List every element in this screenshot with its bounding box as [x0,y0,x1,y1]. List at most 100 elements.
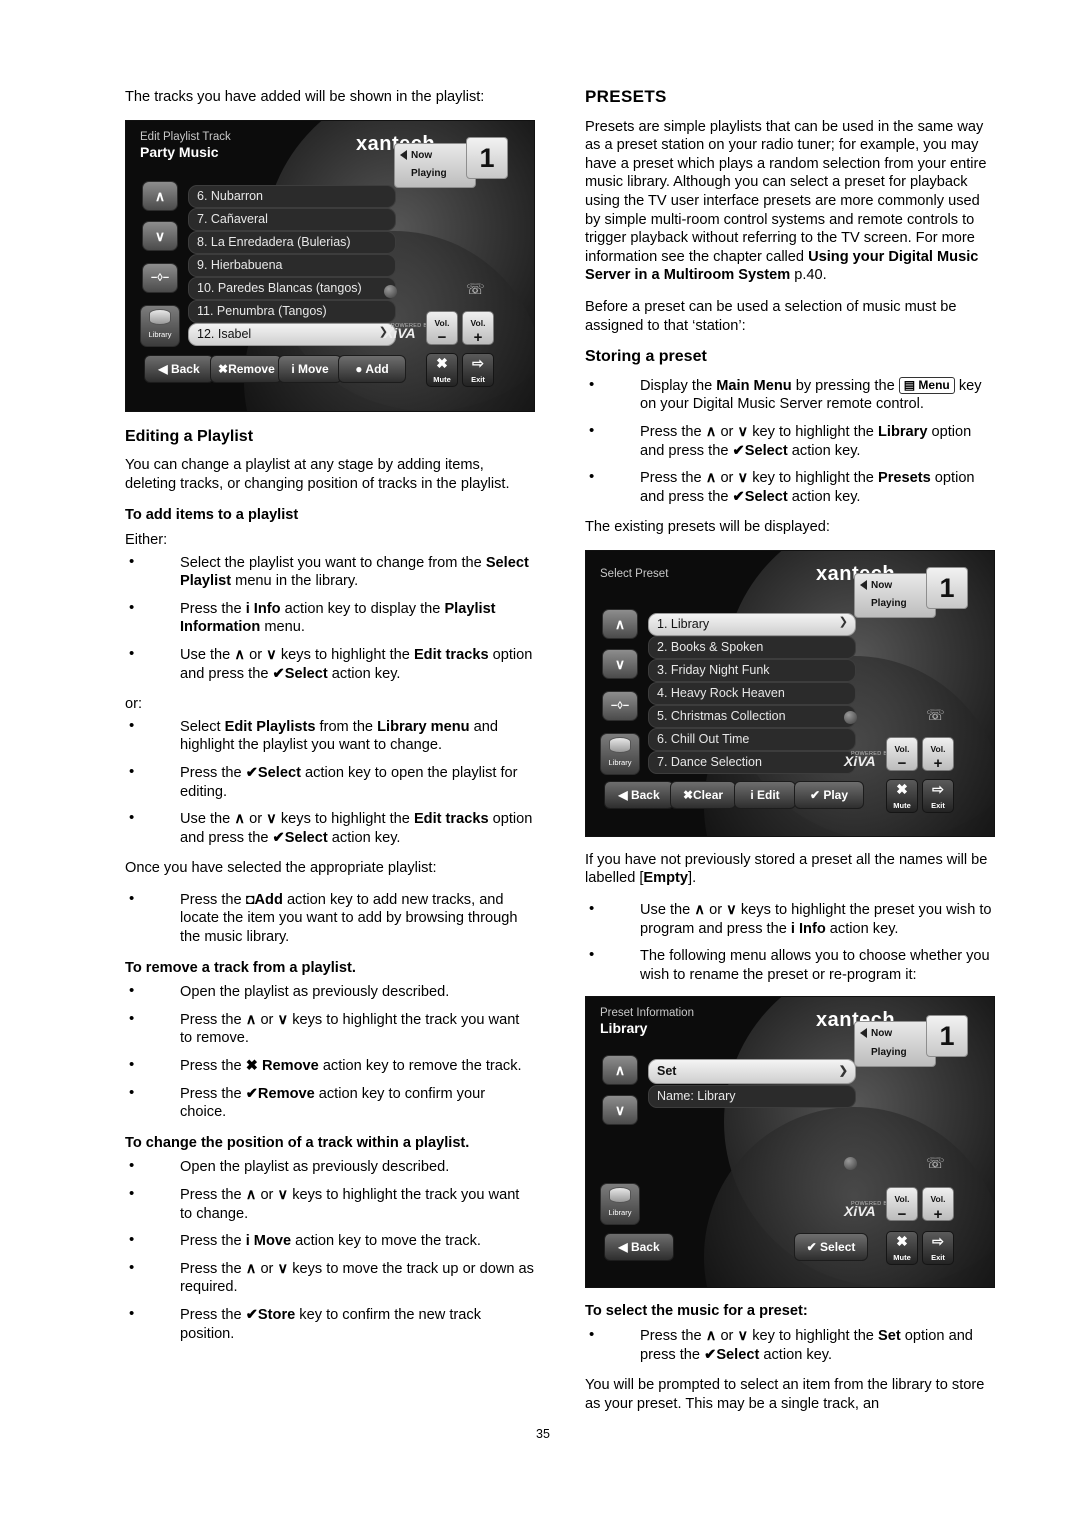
xiva-logo: XiVA [844,752,876,769]
list-item-selected[interactable]: 12. Isabel [188,322,396,346]
list-item[interactable]: 4. Heavy Rock Heaven [648,681,856,705]
subheading-remove-track: To remove a track from a playlist. [125,959,356,976]
list-item: Press the ✔Remove action key to confirm … [125,1084,535,1122]
volume-up-button[interactable]: Vol. + [462,310,494,347]
action-key-back[interactable]: ◀ Back [604,1233,674,1262]
action-key-back[interactable]: ◀ Back [604,780,674,809]
down-arrow-icon[interactable]: ∨ [602,648,638,679]
paragraph-existing-presets: The existing presets will be displayed: [585,519,830,536]
exit-button[interactable]: ⇨ Exit [462,352,494,387]
mute-icon: ✖ [436,354,448,371]
up-arrow-icon[interactable]: ∧ [142,180,178,211]
disc-icon [149,308,171,325]
down-arrow-icon[interactable]: ∨ [602,1095,638,1126]
list-item: The following menu allows you to choose … [585,946,995,984]
action-key-move[interactable]: i Move [278,354,342,383]
bullets-select-music: Press the ∧ or ∨ key to highlight the Se… [585,1326,995,1364]
list-item: Press the i Move action key to move the … [125,1231,535,1251]
minus-icon: − [897,1206,907,1224]
action-key-edit[interactable]: i Edit [734,780,796,809]
left-right-arrow-icon[interactable]: −◊− [142,262,178,293]
now-playing-badge[interactable]: Now Playing [854,1021,936,1067]
exit-label: Exit [471,374,485,384]
paragraph-presets-1: Presets are simple playlists that can be… [585,118,987,284]
now-playing-badge[interactable]: Now Playing [394,142,476,188]
list-item[interactable]: 7. Cañaveral [188,207,396,231]
or-label: or: [125,696,143,713]
list-item[interactable]: 7. Dance Selection [648,750,856,774]
list-item: Select the playlist you want to change f… [125,553,535,591]
zone-number: 1 [926,566,968,609]
list-item[interactable]: 2. Books & Spoken [648,635,856,659]
disc-icon [609,736,631,753]
left-right-arrow-icon[interactable]: −◊− [602,690,638,721]
row-name[interactable]: Name: Library [648,1085,856,1109]
list-item[interactable]: 11. Penumbra (Tangos) [188,299,396,323]
mute-label: Mute [433,374,451,384]
bullets-add-items-3: Press the ◘Add action key to add new tra… [125,890,535,947]
row-set[interactable]: Set [648,1059,856,1085]
subheading-add-items: To add items to a playlist [125,507,299,524]
up-arrow-icon[interactable]: ∧ [602,1055,638,1086]
subheading-change-position: To change the position of a track within… [125,1134,470,1151]
xiva-logo: XiVA [384,324,416,341]
mute-icon: ✖ [896,780,908,797]
list-item: Press the ∧ or ∨ keys to highlight the t… [125,1185,535,1223]
action-key-back[interactable]: ◀ Back [144,354,214,383]
exit-button[interactable]: ⇨ Exit [922,778,954,813]
screenshot-edit-playlist-track: Edit Playlist Track Party Music xantech … [125,119,535,412]
library-button[interactable]: Library [600,1183,640,1226]
list-item[interactable]: 3. Friday Night Funk [648,658,856,682]
mute-button[interactable]: ✖ Mute [886,778,918,813]
action-key-remove[interactable]: ✖Remove [210,354,282,383]
action-key-clear[interactable]: ✖Clear [670,780,736,809]
list-item: Press the ◘Add action key to add new tra… [125,890,535,947]
volume-down-button[interactable]: Vol. − [886,736,918,771]
volume-down-button[interactable]: Vol. − [886,1187,918,1224]
action-key-select[interactable]: ✔ Select [794,1233,868,1262]
bullets-storing: Display the Main Menu by pressing the ▤ … [585,376,995,507]
plus-icon: + [933,1206,943,1224]
list-item[interactable]: 9. Hierbabuena [188,253,396,277]
mute-label: Mute [893,800,911,810]
exit-button[interactable]: ⇨ Exit [922,1231,954,1266]
list-item-selected[interactable]: 1. Library [648,612,856,636]
down-arrow-icon[interactable]: ∨ [142,220,178,251]
list-item: Open the playlist as previously describe… [125,1157,535,1177]
mute-button[interactable]: ✖ Mute [426,352,458,387]
mute-button[interactable]: ✖ Mute [886,1231,918,1266]
list-item[interactable]: 6. Chill Out Time [648,727,856,751]
library-button-label: Library [608,757,632,767]
mute-icon: ✖ [896,1233,908,1250]
volume-down-button[interactable]: Vol. − [426,310,458,345]
library-button[interactable]: Library [600,732,640,775]
library-button-label: Library [608,1208,632,1218]
paragraph-presets-2: Before a preset can be used a selection … [585,298,957,334]
screen-title-small: Select Preset [600,567,669,580]
list-item[interactable]: 5. Christmas Collection [648,704,856,728]
heading-editing-playlist: Editing a Playlist [125,427,254,445]
zone-number: 1 [926,1015,968,1058]
list-item: Press the ∧ or ∨ key to highlight the Se… [585,1326,995,1364]
plus-icon: + [473,329,483,347]
list-item[interactable]: 10. Paredes Blancas (tangos) [188,276,396,300]
list-item[interactable]: 8. La Enredadera (Bulerias) [188,230,396,254]
screenshot-select-preset: Select Preset xantech Now Playing 1 1. L… [585,549,995,837]
list-item: Press the ✔Select action key to open the… [125,763,535,801]
library-button-label: Library [148,329,172,339]
now-playing-badge[interactable]: Now Playing [854,572,936,619]
right-column: PRESETS Presets are simple playlists tha… [585,87,995,1426]
exit-icon: ⇨ [932,780,944,797]
up-arrow-icon[interactable]: ∧ [602,608,638,639]
list-item: Press the ∧ or ∨ keys to highlight the t… [125,1010,535,1048]
list-item: Press the ✖ Remove action key to remove … [125,1056,535,1076]
volume-up-button[interactable]: Vol. + [922,1187,954,1224]
exit-label: Exit [931,1253,945,1263]
list-item: Select Edit Playlists from the Library m… [125,717,535,755]
phone-icon: ☏ [926,1155,945,1173]
action-key-play[interactable]: ✔ Play [794,780,864,809]
list-item[interactable]: 6. Nubarron [188,184,396,208]
volume-up-button[interactable]: Vol. + [922,736,954,771]
action-key-add[interactable]: ● Add [338,354,406,383]
library-button[interactable]: Library [140,304,180,347]
